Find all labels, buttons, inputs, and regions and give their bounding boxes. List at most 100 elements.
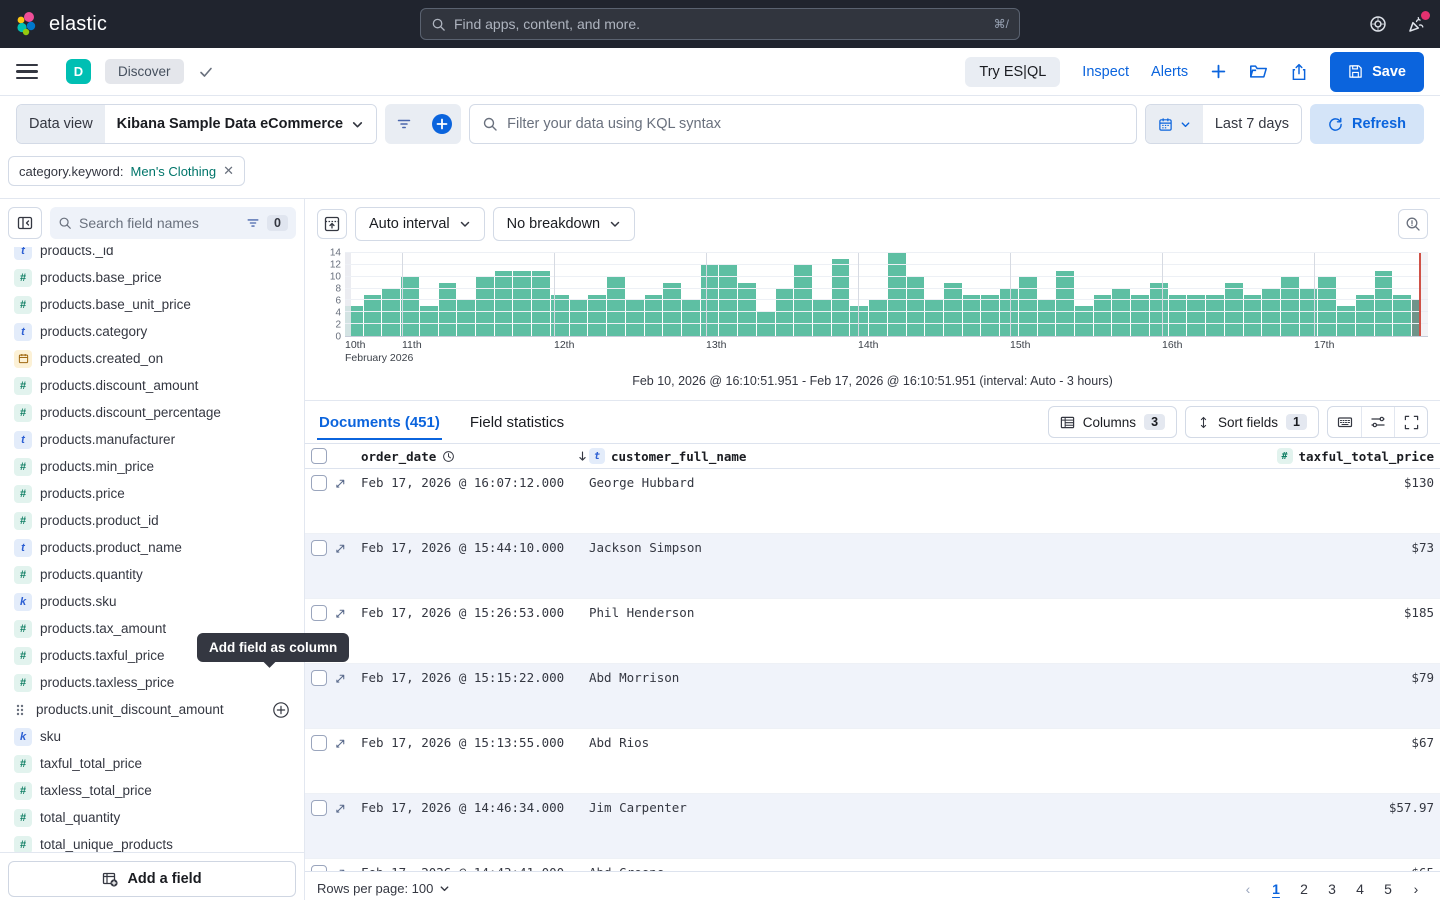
collapse-sidebar-icon[interactable]	[8, 207, 42, 239]
table-row[interactable]: Feb 17, 2026 @ 15:44:10.000Jackson Simps…	[305, 534, 1440, 599]
x-tick-label: 11th	[402, 339, 422, 351]
global-search-input[interactable]: Find apps, content, and more. ⌘/	[420, 8, 1020, 40]
table-row[interactable]: Feb 17, 2026 @ 15:26:53.000Phil Henderso…	[305, 599, 1440, 664]
interval-dropdown[interactable]: Auto interval	[355, 207, 485, 241]
field-list-item[interactable]: #taxless_total_price	[0, 777, 304, 804]
field-list-item[interactable]: products.created_on	[0, 345, 304, 372]
page-button-2[interactable]: 2	[1292, 877, 1316, 900]
columns-button[interactable]: Columns 3	[1048, 406, 1177, 438]
field-list-item[interactable]: #products.discount_amount	[0, 372, 304, 399]
table-row[interactable]: Feb 17, 2026 @ 14:46:34.000Jim Carpenter…	[305, 794, 1440, 859]
share-icon[interactable]	[1290, 63, 1308, 81]
field-list-item[interactable]: #products.base_unit_price	[0, 291, 304, 318]
field-list-item[interactable]: #products.min_price	[0, 453, 304, 480]
number-type-badge: #	[14, 566, 32, 584]
fullscreen-icon[interactable]	[1394, 407, 1427, 437]
edit-visualization-icon[interactable]	[317, 209, 347, 239]
breakdown-dropdown[interactable]: No breakdown	[493, 207, 636, 241]
field-list[interactable]: tproducts._id#products.base_price#produc…	[0, 237, 304, 852]
table-row[interactable]: Feb 17, 2026 @ 15:15:22.000Abd Morrison$…	[305, 664, 1440, 729]
kql-query-input[interactable]: Filter your data using KQL syntax	[469, 104, 1137, 144]
keyboard-shortcuts-icon[interactable]	[1328, 407, 1361, 437]
row-checkbox[interactable]	[311, 540, 327, 556]
field-list-item[interactable]: #total_unique_products	[0, 831, 304, 852]
expand-document-icon[interactable]	[334, 542, 347, 555]
row-checkbox[interactable]	[311, 605, 327, 621]
whats-new-icon[interactable]	[1407, 15, 1426, 34]
select-all-checkbox[interactable]	[311, 448, 327, 464]
tab-field-statistics[interactable]: Field statistics	[468, 405, 566, 440]
expand-document-icon[interactable]	[334, 672, 347, 685]
field-list-item[interactable]: #total_quantity	[0, 804, 304, 831]
alerts-link[interactable]: Alerts	[1151, 64, 1188, 80]
documents-grid: order_date t customer_full_name # taxful…	[305, 443, 1440, 900]
sort-fields-button[interactable]: Sort fields 1	[1185, 406, 1319, 438]
field-list-item[interactable]: #products.quantity	[0, 561, 304, 588]
grid-body[interactable]: Feb 17, 2026 @ 16:07:12.000George Hubbar…	[305, 469, 1440, 871]
add-a-field-button[interactable]: Add a field	[8, 861, 296, 897]
drag-handle[interactable]	[14, 703, 28, 717]
new-session-icon[interactable]	[1210, 63, 1227, 80]
rows-per-page-button[interactable]: Rows per page: 100	[317, 881, 450, 896]
histogram-chart[interactable]: 02468101214 10thFebruary 202611th12th13t…	[305, 243, 1440, 401]
field-list-item[interactable]: #products.base_price	[0, 264, 304, 291]
field-list-item[interactable]: #products.discount_percentage	[0, 399, 304, 426]
space-avatar[interactable]: D	[66, 59, 91, 84]
row-checkbox[interactable]	[311, 670, 327, 686]
time-range-value[interactable]: Last 7 days	[1203, 105, 1301, 143]
help-icon[interactable]	[1369, 15, 1387, 33]
field-search-input[interactable]: Search field names 0	[50, 207, 296, 239]
field-filter-icon[interactable]	[246, 216, 260, 230]
table-row[interactable]: Feb 17, 2026 @ 15:13:55.000Abd Rios$67	[305, 729, 1440, 794]
field-list-item[interactable]: #products.product_id	[0, 507, 304, 534]
add-filter-icon[interactable]	[423, 104, 461, 144]
field-list-item[interactable]: tproducts.category	[0, 318, 304, 345]
column-header-taxful-total-price[interactable]: # taxful_total_price	[1290, 448, 1440, 464]
column-header-customer-full-name[interactable]: t customer_full_name	[589, 448, 1290, 464]
column-header-order-date[interactable]: order_date	[361, 449, 589, 464]
field-list-item[interactable]: #products.price	[0, 480, 304, 507]
data-view-picker[interactable]: Data view Kibana Sample Data eCommerce	[16, 104, 377, 144]
add-field-as-column-icon[interactable]	[272, 701, 290, 719]
elastic-logo[interactable]: elastic	[14, 11, 107, 37]
expand-document-icon[interactable]	[334, 477, 347, 490]
page-button-4[interactable]: 4	[1348, 877, 1372, 900]
expand-document-icon[interactable]	[334, 737, 347, 750]
page-button-3[interactable]: 3	[1320, 877, 1344, 900]
page-button-5[interactable]: 5	[1376, 877, 1400, 900]
field-list-item[interactable]: #taxful_total_price	[0, 750, 304, 777]
chart-zoom-icon[interactable]	[1398, 209, 1428, 239]
chart-plot[interactable]	[345, 253, 1428, 337]
expand-document-icon[interactable]	[334, 607, 347, 620]
table-row[interactable]: Feb 17, 2026 @ 16:07:12.000George Hubbar…	[305, 469, 1440, 534]
next-page-button[interactable]: ›	[1404, 877, 1428, 900]
row-checkbox[interactable]	[311, 475, 327, 491]
date-picker[interactable]: Last 7 days	[1145, 104, 1302, 144]
field-list-item[interactable]: ksku	[0, 723, 304, 750]
page-button-1[interactable]: 1	[1264, 877, 1288, 900]
table-row[interactable]: Feb 17, 2026 @ 14:43:41.000Abd Greene$65	[305, 859, 1440, 871]
tab-documents[interactable]: Documents (451)	[317, 405, 442, 440]
expand-document-icon[interactable]	[334, 802, 347, 815]
remove-filter-icon[interactable]: ✕	[223, 163, 234, 179]
display-options-icon[interactable]	[1361, 407, 1394, 437]
date-picker-quick-menu[interactable]	[1146, 105, 1203, 143]
refresh-button[interactable]: Refresh	[1310, 104, 1424, 144]
save-button[interactable]: Save	[1330, 52, 1424, 92]
open-folder-icon[interactable]	[1249, 62, 1268, 81]
inspect-link[interactable]: Inspect	[1082, 64, 1129, 80]
menu-icon[interactable]	[16, 64, 38, 80]
breadcrumb[interactable]: Discover	[105, 59, 184, 84]
field-list-item[interactable]: tproducts.product_name	[0, 534, 304, 561]
field-name: taxful_total_price	[40, 756, 142, 771]
previous-page-button[interactable]: ‹	[1236, 877, 1260, 900]
field-list-item[interactable]: tproducts.manufacturer	[0, 426, 304, 453]
filter-menu-icon[interactable]	[385, 104, 423, 144]
row-checkbox[interactable]	[311, 735, 327, 751]
try-esql-button[interactable]: Try ES|QL	[965, 57, 1060, 87]
row-checkbox[interactable]	[311, 800, 327, 816]
field-list-item[interactable]: products.unit_discount_amount	[0, 696, 304, 723]
field-list-item[interactable]: #products.taxless_price	[0, 669, 304, 696]
field-list-item[interactable]: kproducts.sku	[0, 588, 304, 615]
filter-pill[interactable]: category.keyword: Men's Clothing ✕	[8, 156, 245, 186]
